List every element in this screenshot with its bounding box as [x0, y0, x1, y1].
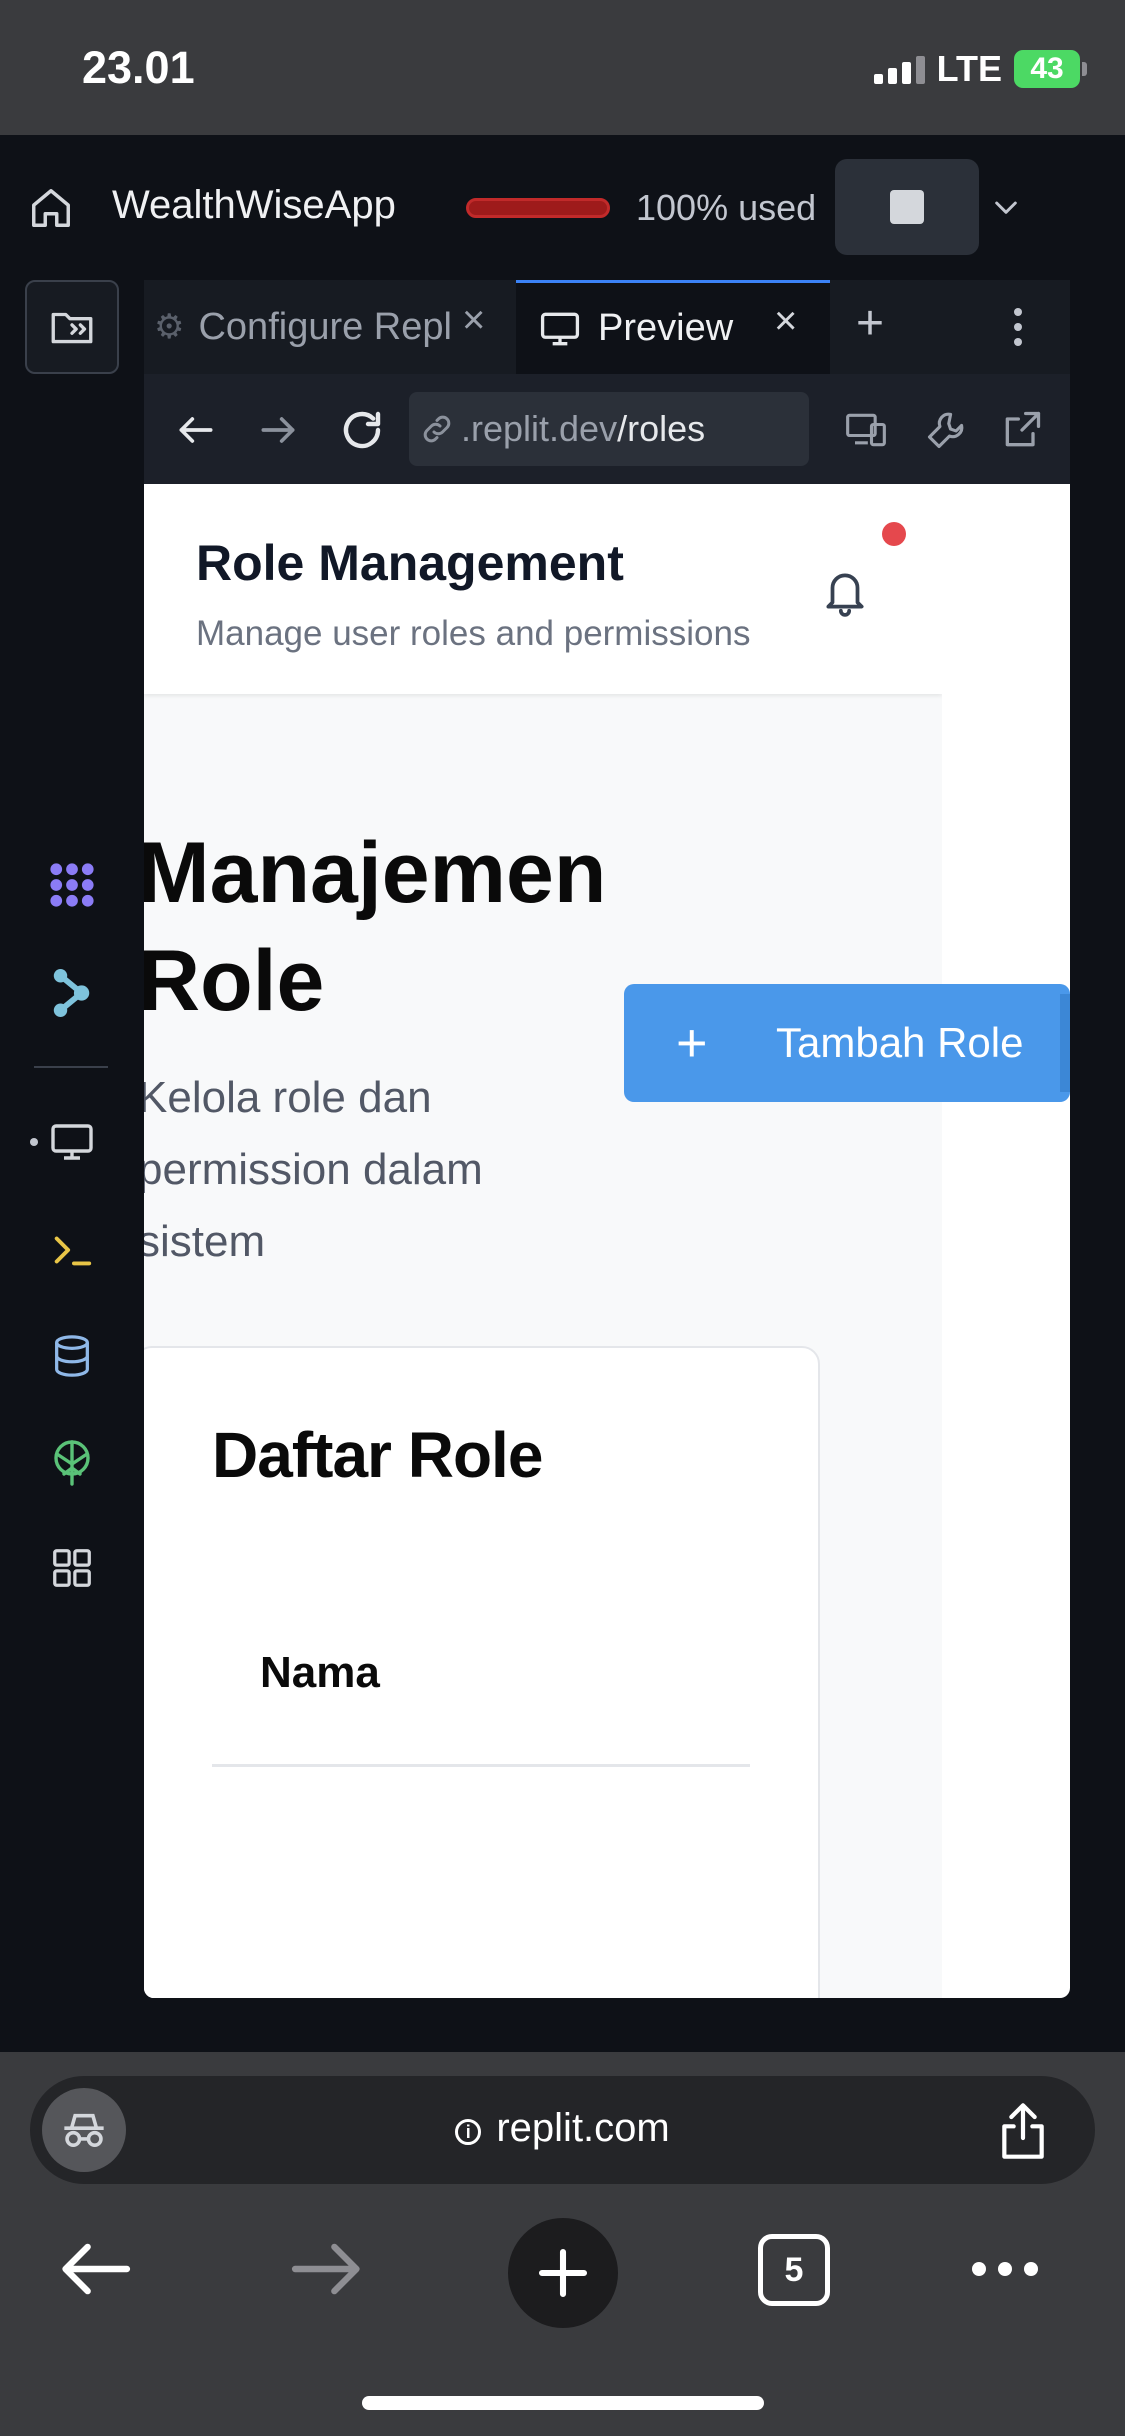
active-indicator — [30, 1138, 38, 1146]
url-path: /roles — [617, 408, 706, 449]
address-text: i replit.com — [30, 2106, 1095, 2151]
header-subtitle: Manage user roles and permissions — [196, 614, 751, 653]
preview-monitor-icon[interactable] — [42, 1112, 102, 1172]
add-role-label: Tambah Role — [776, 1019, 1024, 1066]
tabs-count-button[interactable]: 5 — [758, 2234, 830, 2306]
forward-icon[interactable] — [290, 2242, 364, 2296]
share-icon[interactable] — [995, 2100, 1051, 2162]
usage-bar[interactable] — [466, 198, 610, 218]
chevron-down-icon[interactable] — [990, 191, 1022, 223]
gear-icon: ⚙ — [154, 308, 185, 346]
preview-viewport: Role Management Manage user roles and pe… — [144, 484, 1070, 1998]
link-icon — [423, 415, 451, 443]
tab-preview[interactable]: Preview × — [516, 280, 830, 374]
status-indicators: LTE 43 — [873, 48, 1087, 90]
bottom-navigation: 5 — [0, 2212, 1125, 2332]
signal-icon — [873, 54, 925, 84]
app-bar: WealthWiseApp 100% used — [0, 135, 1125, 280]
devices-icon[interactable] — [844, 408, 888, 452]
monitor-icon — [540, 312, 580, 345]
forward-arrow-icon[interactable] — [256, 408, 300, 452]
web-page: Role Management Manage user roles and pe… — [144, 484, 942, 1998]
wrench-icon[interactable] — [924, 408, 968, 452]
stop-icon — [890, 190, 924, 224]
battery-level: 43 — [1014, 50, 1080, 88]
role-list-card: Daftar Role Nama — [144, 1346, 820, 1998]
database-icon[interactable] — [42, 1326, 102, 1386]
plus-icon — [538, 2248, 588, 2298]
tab-strip: ⚙ Configure Repl × Preview × + — [144, 280, 1070, 374]
preview-toolbar: .replit.dev/roles — [144, 374, 1070, 484]
battery-icon: 43 — [1014, 50, 1087, 88]
home-indicator — [362, 2396, 764, 2410]
close-icon[interactable]: × — [462, 298, 485, 343]
open-external-icon[interactable] — [1000, 408, 1044, 452]
reload-icon[interactable] — [338, 406, 386, 454]
bell-icon[interactable] — [820, 564, 870, 620]
agent-icon[interactable] — [42, 963, 102, 1023]
status-time: 23.01 — [82, 42, 195, 93]
safari-toolbar: i replit.com 5 — [0, 2052, 1125, 2436]
url-domain: .replit.dev — [461, 408, 618, 449]
home-icon[interactable] — [28, 185, 74, 231]
new-tab-plus-icon[interactable]: + — [856, 296, 884, 351]
back-icon[interactable] — [58, 2242, 132, 2296]
close-icon[interactable]: × — [774, 299, 797, 344]
network-label: LTE — [936, 48, 1002, 89]
notification-badge — [882, 522, 906, 546]
sidebar — [0, 280, 144, 2052]
table-header-name: Nama — [260, 1648, 380, 1697]
status-bar: 23.01 LTE 43 — [0, 0, 1125, 135]
sidebar-divider — [34, 1066, 108, 1068]
add-role-button[interactable]: + Tambah Role — [624, 984, 1070, 1102]
page-heading: Manajemen Role — [144, 825, 607, 1029]
address-bar[interactable]: i replit.com — [30, 2076, 1095, 2184]
table-header-divider — [212, 1764, 750, 1767]
back-arrow-icon[interactable] — [174, 408, 218, 452]
extensions-icon[interactable] — [42, 855, 102, 915]
info-icon: i — [455, 2119, 482, 2145]
new-tab-button[interactable] — [508, 2218, 618, 2328]
usage-text[interactable]: 100% used — [636, 187, 816, 229]
page-description: Kelola role dan permission dalam sistem — [144, 1073, 483, 1266]
folder-icon — [51, 312, 93, 344]
page-header: Role Management Manage user roles and pe… — [144, 484, 942, 694]
address-domain: replit.com — [496, 2106, 670, 2150]
tab-label: Configure Repl — [198, 305, 452, 348]
app-name[interactable]: WealthWiseApp — [112, 183, 396, 228]
shell-icon[interactable] — [42, 1220, 102, 1280]
tab-label: Preview — [598, 307, 734, 349]
url-field[interactable]: .replit.dev/roles — [409, 392, 809, 466]
card-title: Daftar Role — [212, 1419, 543, 1491]
plus-icon: + — [676, 1013, 708, 1073]
tab-configure-repl[interactable]: ⚙ Configure Repl × — [144, 280, 514, 374]
all-tools-grid-icon[interactable] — [42, 1538, 102, 1598]
stop-button[interactable] — [835, 159, 979, 255]
files-button[interactable] — [25, 280, 119, 374]
header-title: Role Management — [196, 535, 624, 591]
more-horizontal-icon[interactable] — [972, 2262, 1038, 2276]
deployments-icon[interactable] — [42, 1432, 102, 1492]
more-vertical-icon[interactable] — [1014, 308, 1024, 353]
